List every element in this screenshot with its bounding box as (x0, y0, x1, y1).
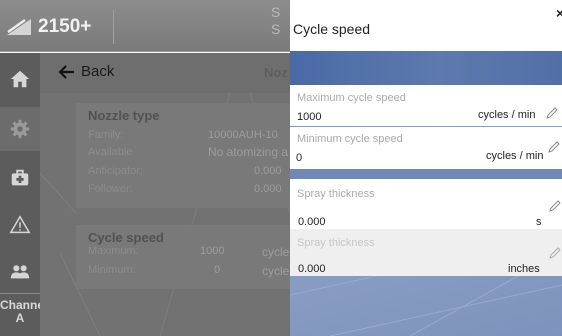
spray-thickness-value: 0.000 (298, 216, 326, 228)
sidebar-item-alarms[interactable] (0, 203, 40, 247)
top-strip-text: S S (271, 4, 291, 48)
dialog-header: Cycle speed × (290, 0, 562, 51)
sidebar-item-home[interactable] (0, 57, 40, 101)
nozzle-follower-value: 0.000 (254, 183, 282, 195)
first-aid-icon (11, 169, 29, 186)
sidebar-item-users[interactable] (0, 249, 40, 293)
spray-thickness-inches-field: Spray thickness 0.000 inches (290, 229, 562, 276)
cycle-speed-dialog: Cycle speed × Maximum cycle speed 1000 c… (290, 0, 562, 336)
arrow-left-icon (59, 64, 74, 79)
cycle-max-value: 1000 (200, 245, 225, 257)
nozzle-family-label: Family: (88, 129, 124, 141)
spray-thickness-inches-value: 0.000 (298, 263, 326, 275)
home-icon (10, 70, 30, 88)
back-button[interactable]: Back (59, 63, 114, 80)
max-cycle-speed-field[interactable]: Maximum cycle speed 1000 cycles / min (290, 85, 562, 126)
cycle-min-unit: cycle (262, 264, 290, 278)
channel-value: A (15, 311, 25, 325)
top-bar-divider (113, 10, 114, 44)
spray-thickness-seconds-field[interactable]: Spray thickness 0.000 s (290, 179, 562, 229)
app-brand: 2150+ (6, 12, 91, 42)
pencil-icon (549, 247, 561, 259)
page-title: Noz (264, 65, 288, 80)
nozzle-family-value: 10000AUH-10 (208, 129, 278, 141)
field-separator (290, 169, 562, 179)
max-cycle-speed-value: 1000 (297, 111, 322, 123)
max-cycle-speed-label: Maximum cycle speed (297, 92, 406, 104)
cycle-max-unit: cycle (262, 245, 290, 259)
nozzle-anticipator-value: 0.000 (254, 165, 282, 177)
spray-thickness-label: Spray thickness (297, 188, 375, 200)
cycle-max-label: Maximum: (88, 245, 139, 257)
nozzle-available-value: No atomizing a (208, 145, 289, 159)
dialog-band (290, 51, 562, 85)
min-cycle-speed-unit: cycles / min (486, 150, 544, 162)
sidebar: Channel A (0, 53, 47, 336)
gear-icon (10, 119, 30, 139)
cycle-speed-title: Cycle speed (88, 230, 164, 245)
spray-thickness-inches-label: Spray thickness (297, 237, 375, 249)
top-strip-line-1: S (271, 4, 281, 20)
nozzle-type-title: Nozzle type (88, 108, 160, 123)
top-strip-line-2: S (271, 21, 281, 37)
cycle-speed-panel: Cycle speed Maximum: 1000 cycle Minimum:… (76, 225, 290, 289)
close-button[interactable]: × (556, 5, 562, 21)
atomizer-logo-icon (7, 18, 31, 35)
spray-thickness-unit: s (536, 216, 542, 228)
warning-icon (9, 215, 31, 234)
nozzle-anticipator-label: Anticipator: (88, 165, 144, 177)
nozzle-follower-label: Follower: (88, 183, 133, 195)
pencil-icon[interactable] (546, 107, 558, 119)
nozzle-type-panel: Nozzle type Family: 10000AUH-10 Availabl… (76, 103, 290, 208)
channel-selector[interactable]: Channel A (0, 293, 47, 336)
nozzle-available-label: Available (88, 146, 133, 158)
cycle-min-value: 0 (214, 264, 221, 276)
dialog-title: Cycle speed (293, 21, 371, 37)
pencil-icon[interactable] (549, 200, 561, 212)
pencil-icon[interactable] (548, 141, 560, 153)
cycle-min-label: Minimum: (88, 264, 136, 276)
sidebar-item-settings[interactable] (0, 107, 40, 151)
min-cycle-speed-value: 0 (296, 152, 303, 164)
app-title: 2150+ (38, 16, 92, 37)
max-cycle-speed-unit: cycles / min (478, 109, 536, 121)
sidebar-item-maintenance[interactable] (0, 156, 40, 200)
back-label: Back (81, 63, 115, 80)
min-cycle-speed-label: Minimum cycle speed (297, 133, 403, 145)
min-cycle-speed-field[interactable]: Minimum cycle speed 0 cycles / min (290, 127, 562, 169)
main-content: Back Noz Nozzle type Family: 10000AUH-10… (40, 53, 290, 336)
spray-thickness-inches-unit: inches (508, 263, 540, 275)
users-icon (10, 265, 30, 279)
